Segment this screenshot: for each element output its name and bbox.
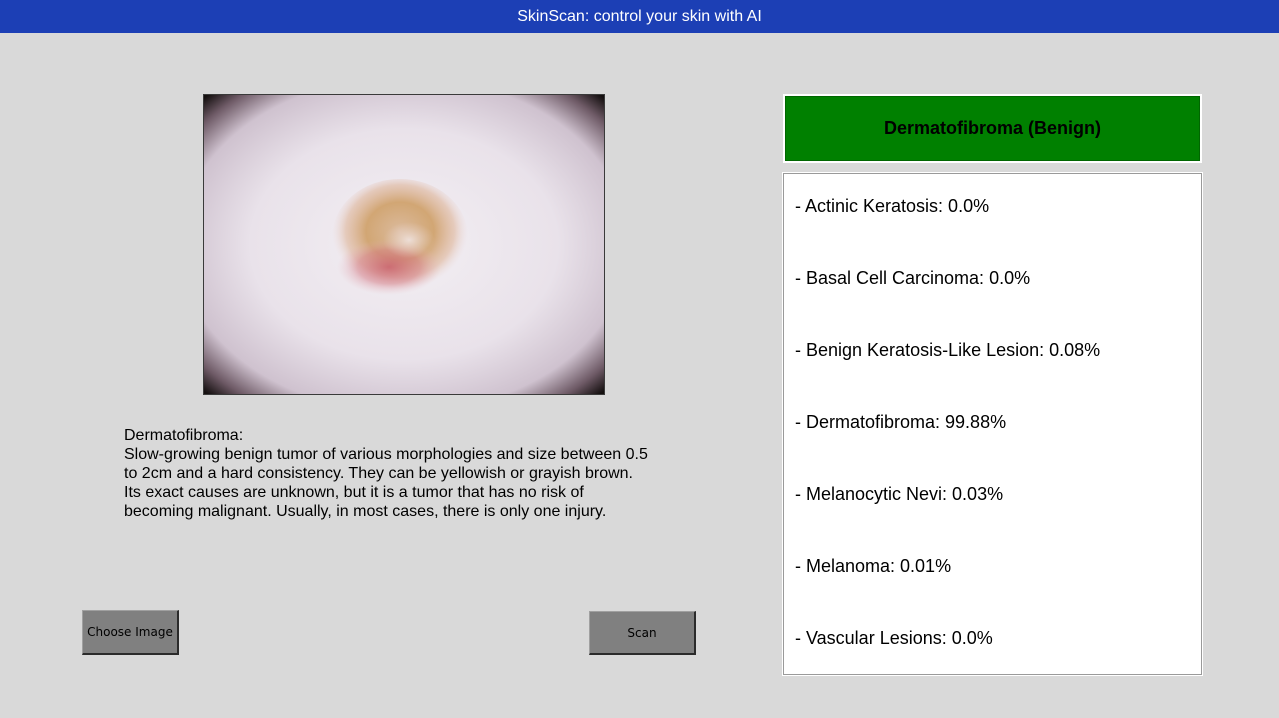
skin-lesion-image xyxy=(203,94,605,395)
probability-item: - Basal Cell Carcinoma: 0.0% xyxy=(795,268,1031,288)
result-label: Dermatofibroma (Benign) xyxy=(785,96,1200,161)
description-line: Slow-growing benign tumor of various mor… xyxy=(124,446,648,463)
result-banner: Dermatofibroma (Benign) xyxy=(783,94,1202,163)
description-line: to 2cm and a hard consistency. They can … xyxy=(124,465,633,482)
diagnosis-description: Dermatofibroma: Slow-growing benign tumo… xyxy=(124,426,684,521)
probability-item: - Dermatofibroma: 99.88% xyxy=(795,412,1007,432)
choose-image-button[interactable]: Choose Image xyxy=(82,610,179,655)
window-title-bar: SkinScan: control your skin with AI xyxy=(0,0,1279,33)
dermoscopy-image-icon xyxy=(204,95,604,394)
description-heading: Dermatofibroma: xyxy=(124,427,244,444)
probabilities-panel: - Actinic Keratosis: 0.0% - Basal Cell C… xyxy=(782,172,1203,676)
window-title: SkinScan: control your skin with AI xyxy=(517,8,762,25)
probability-item: - Melanocytic Nevi: 0.03% xyxy=(795,484,1004,504)
description-line: Its exact causes are unknown, but it is … xyxy=(124,484,584,501)
probability-item: - Melanoma: 0.01% xyxy=(795,556,952,576)
scan-button[interactable]: Scan xyxy=(589,611,696,655)
description-line: becoming malignant. Usually, in most cas… xyxy=(124,503,607,520)
probability-item: - Actinic Keratosis: 0.0% xyxy=(795,196,990,216)
probability-item: - Benign Keratosis-Like Lesion: 0.08% xyxy=(795,340,1101,360)
probability-item: - Vascular Lesions: 0.0% xyxy=(795,628,993,648)
